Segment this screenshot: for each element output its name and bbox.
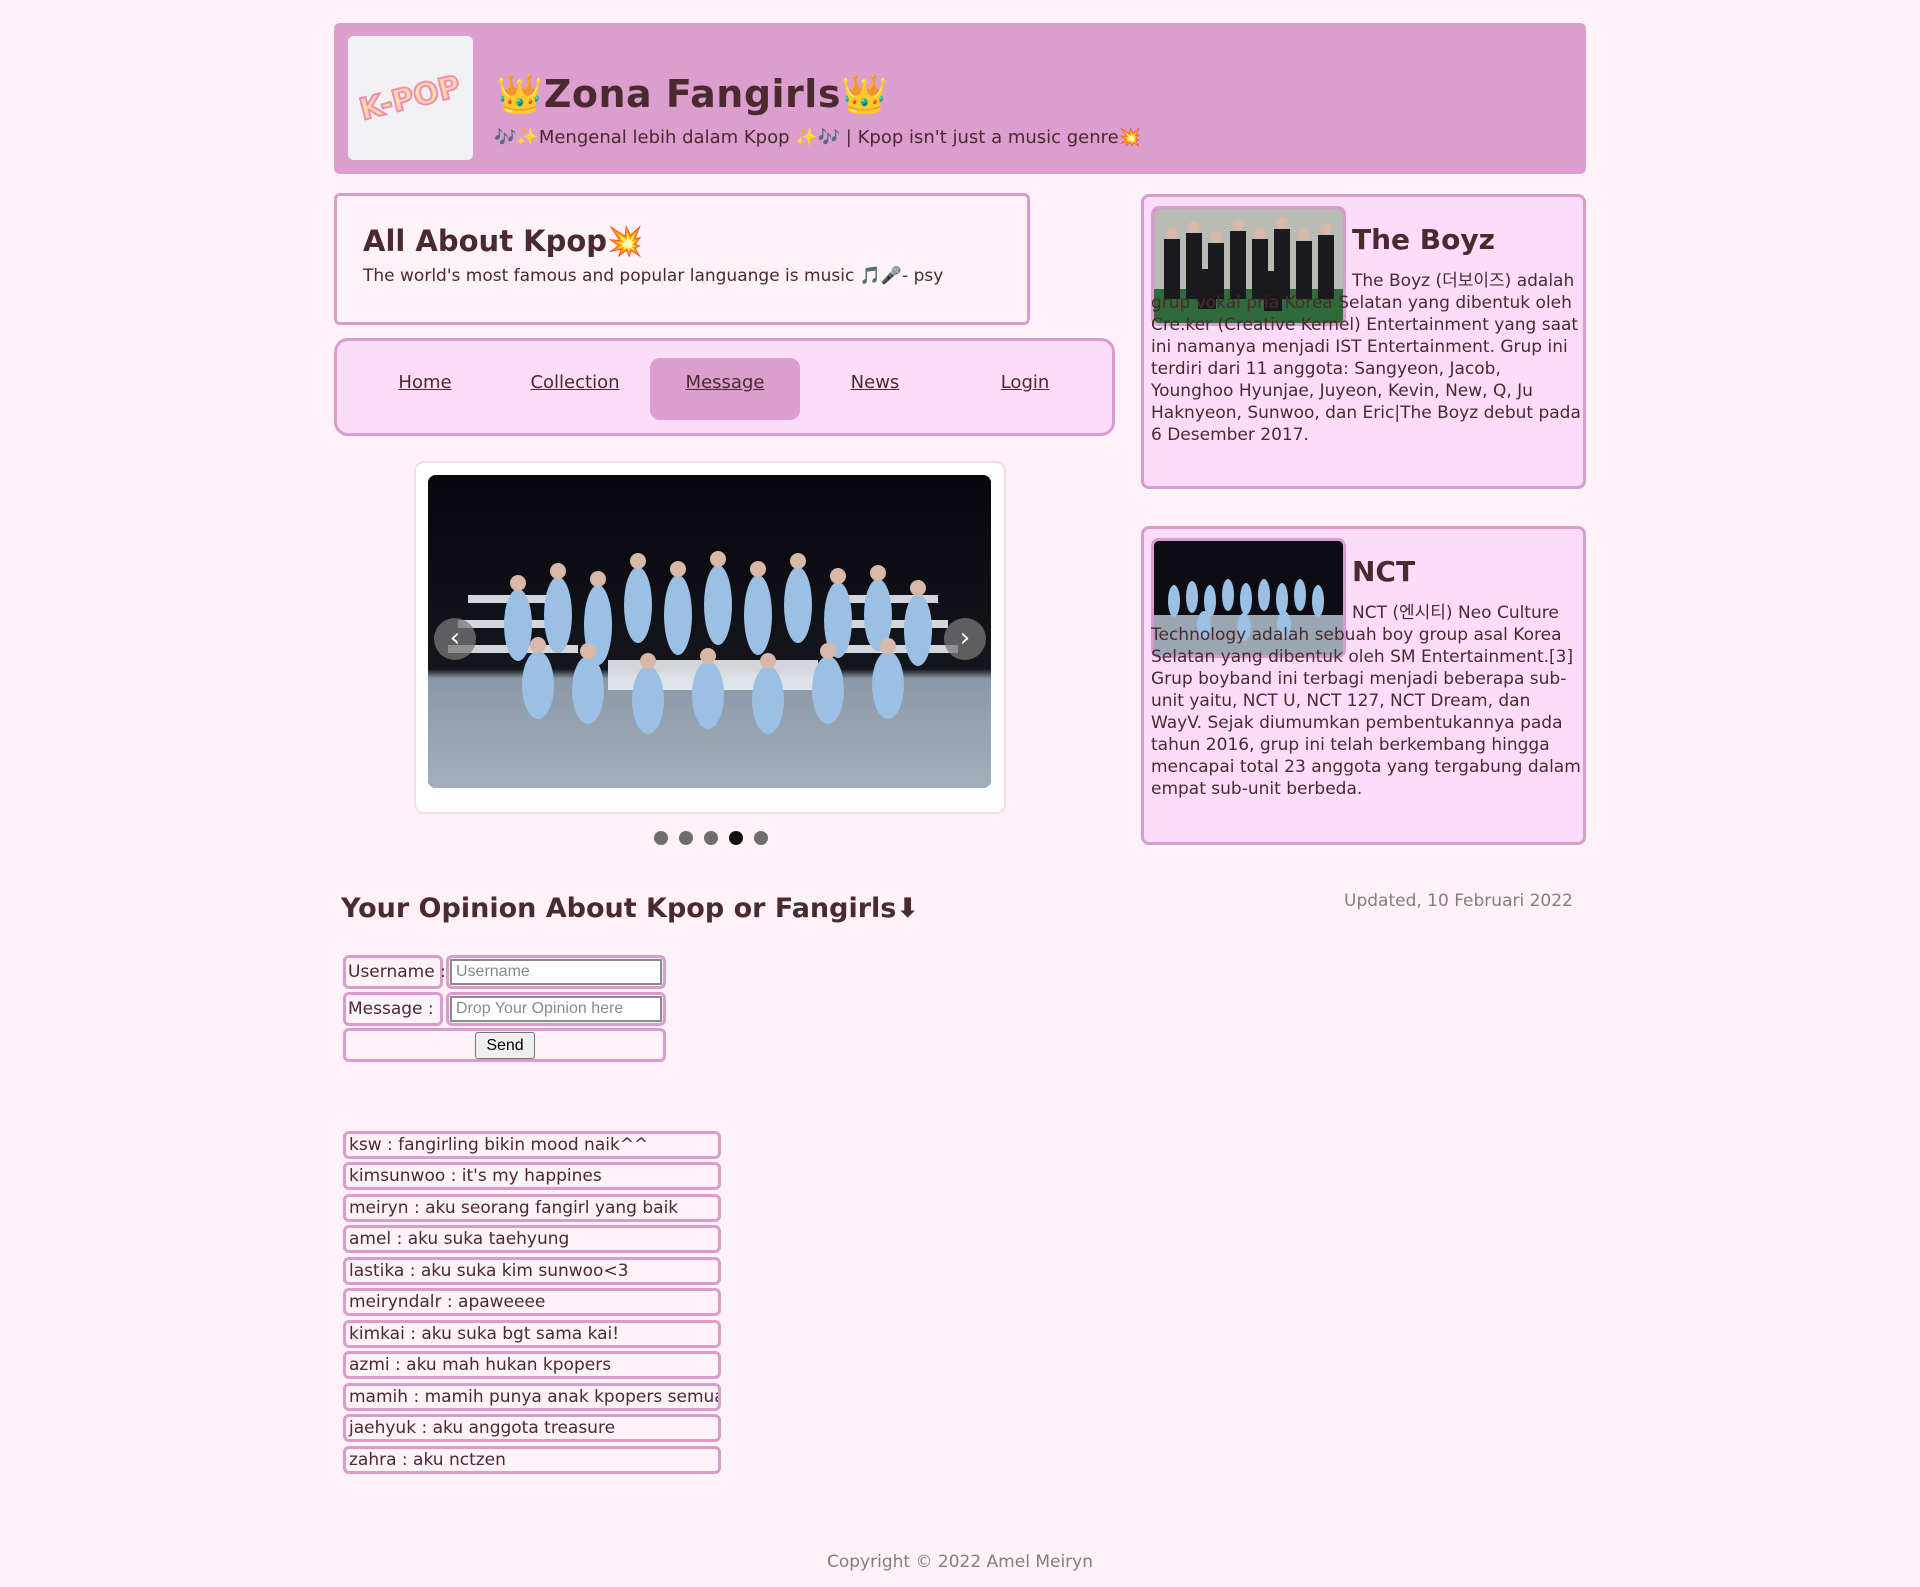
message-input[interactable]: [450, 996, 662, 1022]
username-label: Username :: [343, 955, 446, 989]
about-quote: The world's most famous and popular lang…: [363, 266, 944, 286]
footer-copyright: Copyright © 2022 Amel Meiryn: [827, 1552, 1093, 1572]
username-input[interactable]: [450, 959, 662, 985]
opinion-title: Your Opinion About Kpop or Fangirls⬇: [341, 893, 919, 924]
comment-item: azmi : aku mah hukan kpopers: [343, 1351, 721, 1379]
carousel-slide-image: [428, 475, 991, 788]
comment-item: amel : aku suka taehyung: [343, 1225, 721, 1253]
comment-item: lastika : aku suka kim sunwoo<3: [343, 1257, 721, 1285]
comment-item: zahra : aku nctzen: [343, 1446, 721, 1474]
card-title: NCT: [1352, 555, 1416, 588]
card-text: The Boyz (더보이즈) adalah grup vokal pria K…: [1151, 271, 1581, 445]
kpop-logo: K-POP: [348, 36, 473, 160]
carousel-dot-active[interactable]: [729, 831, 743, 845]
carousel-dot[interactable]: [654, 831, 668, 845]
carousel-next-button[interactable]: ›: [944, 618, 986, 660]
chevron-right-icon: ›: [959, 623, 971, 653]
card-text: NCT (엔시티) Neo Culture Technology adalah …: [1151, 603, 1581, 799]
about-title: All About Kpop💥: [363, 224, 644, 258]
chevron-left-icon: ‹: [449, 623, 461, 653]
comment-item: ksw : fangirling bikin mood naik^^: [343, 1131, 721, 1159]
comment-item: meiryn : aku seorang fangirl yang baik: [343, 1194, 721, 1222]
nav-home[interactable]: Home: [350, 358, 500, 420]
comment-item: jaehyuk : aku anggota treasure: [343, 1414, 721, 1442]
comment-item: mamih : mamih punya anak kpopers semua: [343, 1383, 721, 1411]
comment-item: kimsunwoo : it's my happines: [343, 1162, 721, 1190]
nav-message[interactable]: Message: [650, 358, 800, 420]
comment-item: kimkai : aku suka bgt sama kai!: [343, 1320, 721, 1348]
card-title: The Boyz: [1352, 223, 1495, 256]
about-box: [334, 193, 1030, 325]
site-title: 👑Zona Fangirls👑: [496, 72, 889, 116]
carousel-dot[interactable]: [679, 831, 693, 845]
send-button[interactable]: Send: [475, 1032, 535, 1059]
carousel-dot[interactable]: [704, 831, 718, 845]
comment-item: meiryndalr : apaweeee: [343, 1288, 721, 1316]
carousel-prev-button[interactable]: ‹: [434, 618, 476, 660]
updated-date: Updated, 10 Februari 2022: [1344, 891, 1573, 911]
site-subtitle: 🎶✨Mengenal lebih dalam Kpop ✨🎶 | Kpop is…: [494, 127, 1142, 148]
nav-collection[interactable]: Collection: [500, 358, 650, 420]
carousel-dot[interactable]: [754, 831, 768, 845]
nav-news[interactable]: News: [800, 358, 950, 420]
nav-login[interactable]: Login: [950, 358, 1100, 420]
message-label: Message :: [343, 992, 443, 1026]
